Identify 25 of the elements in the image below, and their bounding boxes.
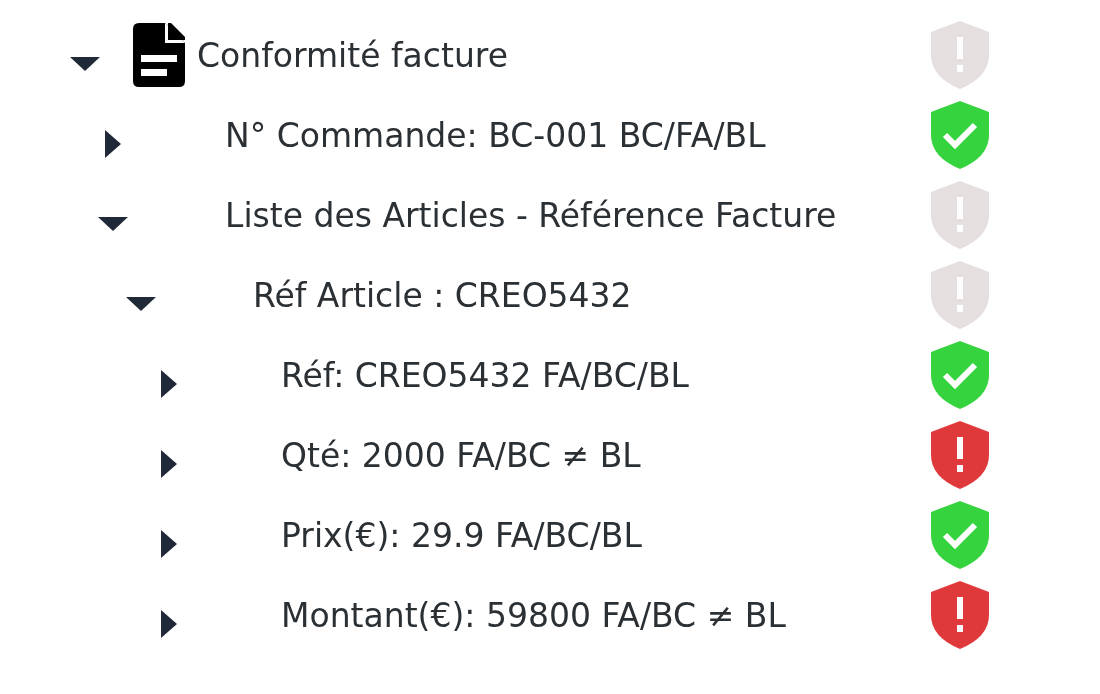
tree-item-label[interactable]: N° Commande: BC-001 BC/FA/BL [225, 115, 930, 155]
shield-exclamation-icon [931, 181, 989, 249]
shield-exclamation-icon [931, 421, 989, 489]
tree-item-label[interactable]: Montant(€): 59800 FA/BC ≠ BL [281, 595, 930, 635]
shield-exclamation-icon [931, 581, 989, 649]
shield-check-icon [931, 341, 989, 409]
shield-check-icon [931, 501, 989, 569]
tree-item-label[interactable]: Réf Article : CREO5432 [253, 275, 930, 315]
caret-down-icon[interactable] [70, 57, 100, 71]
caret-right-icon[interactable] [161, 450, 177, 478]
caret-down-icon[interactable] [98, 217, 128, 231]
shield-check-icon [931, 101, 989, 169]
caret-right-icon[interactable] [161, 370, 177, 398]
caret-right-icon[interactable] [161, 530, 177, 558]
caret-down-icon[interactable] [126, 297, 156, 311]
tree-item-label[interactable]: Conformité facture [197, 35, 930, 75]
tree-item-label[interactable]: Liste des Articles - Référence Facture [225, 195, 930, 235]
tree-item-label[interactable]: Réf: CREO5432 FA/BC/BL [281, 355, 930, 395]
tree-item-label[interactable]: Prix(€): 29.9 FA/BC/BL [281, 515, 930, 555]
document-icon [133, 23, 185, 87]
caret-right-icon[interactable] [161, 610, 177, 638]
shield-exclamation-icon [931, 261, 989, 329]
caret-right-icon[interactable] [105, 130, 121, 158]
shield-exclamation-icon [931, 21, 989, 89]
tree-item-label[interactable]: Qté: 2000 FA/BC ≠ BL [281, 435, 930, 475]
